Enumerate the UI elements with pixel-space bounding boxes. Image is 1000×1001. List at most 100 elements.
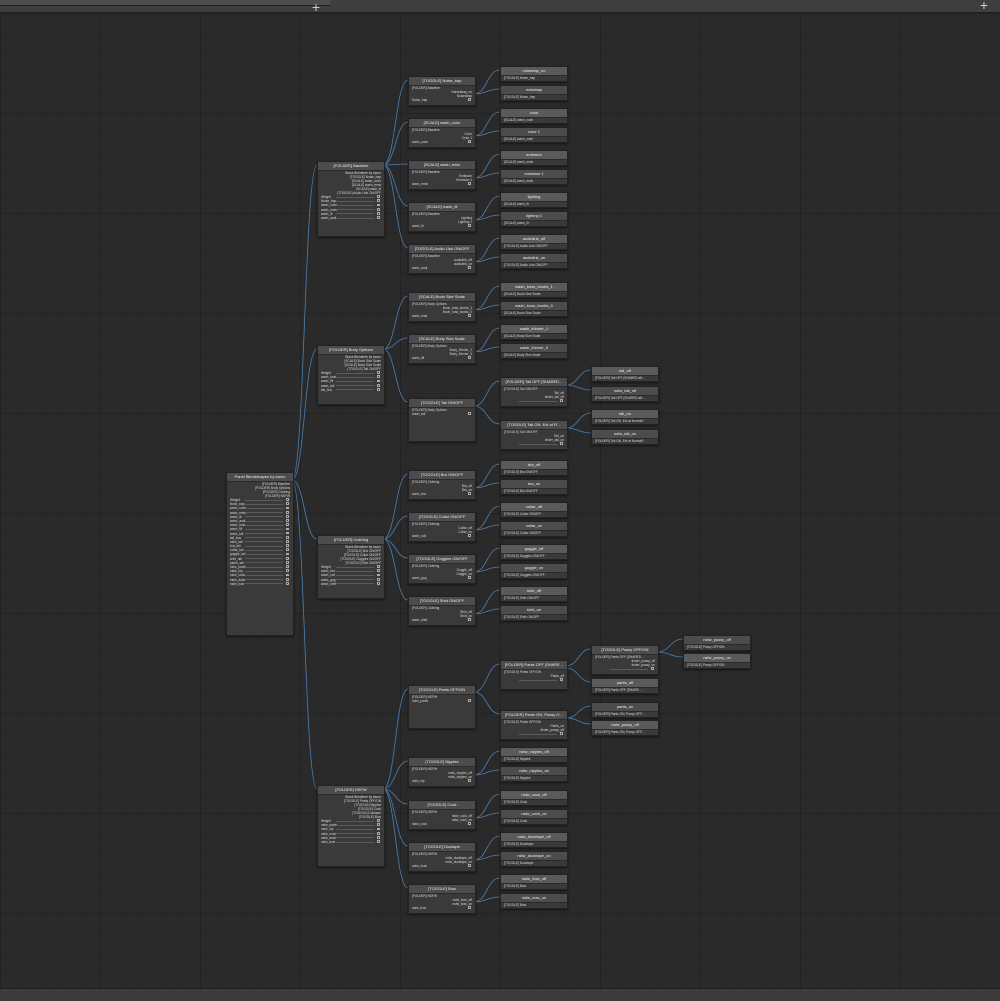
weight-slider[interactable] <box>519 733 557 735</box>
checkbox[interactable] <box>468 224 471 227</box>
weight-slider[interactable] <box>245 554 283 556</box>
checkbox[interactable] <box>286 573 289 577</box>
folder-node[interactable]: [FOLDER] Clothing Blank Blendtree by kaor… <box>317 535 385 599</box>
animation-clip-node[interactable]: nsfw_ducktape_on [TOGGLE] Ducktape <box>500 851 568 867</box>
checkbox[interactable] <box>286 519 289 522</box>
weight-slider[interactable] <box>336 209 374 211</box>
animation-clip-node[interactable]: nsfw_pussy_off [TOGGLE] Pussy OFF/ON <box>683 635 751 651</box>
checkbox[interactable] <box>286 565 289 568</box>
animation-clip-node[interactable]: bra_on [TOGGLE] Bra ON/OFF <box>500 479 568 495</box>
checkbox[interactable] <box>286 540 289 543</box>
subtree-node[interactable]: [TOGGLE] Tail ON, Ext at Fl... [TOGGLE] T… <box>500 420 568 450</box>
weight-slider[interactable] <box>245 583 283 585</box>
animation-clip-node[interactable]: noisebap [TOGGLE] Noise_bap <box>500 85 568 101</box>
checkbox[interactable] <box>286 544 289 548</box>
animation-clip-node[interactable]: nsfw_bow_on [TOGGLE] Bow <box>500 893 568 909</box>
parameter-row[interactable]: wash_audi <box>318 216 384 220</box>
checkbox[interactable] <box>286 531 289 535</box>
weight-slider[interactable] <box>245 579 283 581</box>
parameter-row[interactable]: nsfw_bow <box>409 906 475 910</box>
parameter-row[interactable]: nsfw_nip <box>409 779 475 783</box>
checkbox[interactable] <box>377 577 380 581</box>
parameter-row[interactable]: wash_bust <box>409 314 475 318</box>
toggle-node[interactable]: [SCALE] wash_emis [FOLDER] Baseline Emissi… <box>408 160 476 190</box>
checkbox[interactable] <box>377 835 380 839</box>
weight-slider[interactable] <box>245 558 283 560</box>
checkbox[interactable] <box>377 195 380 198</box>
weight-slider[interactable] <box>336 824 374 826</box>
checkbox[interactable] <box>286 506 289 510</box>
folder-node[interactable]: [FOLDER] Baseline Blank Blendtree by kaor… <box>317 161 385 237</box>
weight-slider[interactable] <box>336 372 374 374</box>
weight-slider[interactable] <box>336 213 374 215</box>
weight-row[interactable] <box>592 667 658 671</box>
checkbox[interactable] <box>286 514 289 518</box>
toggle-node[interactable]: [SCALE] wash_color [FOLDER] Baseline Color… <box>408 118 476 148</box>
weight-slider[interactable] <box>245 503 283 505</box>
checkbox[interactable] <box>377 387 380 391</box>
folder-node[interactable]: [FOLDER] NSFW Blank Blendtree by kaoru [TO… <box>317 785 385 867</box>
parameter-row[interactable]: wash_shirt <box>318 582 384 586</box>
toggle-node[interactable]: [TOGGLE] Goggles ON/OFF [FOLDER] Clothing… <box>408 554 476 584</box>
weight-slider[interactable] <box>245 545 283 547</box>
toggle-node[interactable]: [TOGGLE] Bow [FOLDER] NSFW nsfw_bow_off nsf… <box>408 884 476 914</box>
checkbox[interactable] <box>468 492 471 495</box>
animation-clip-node[interactable]: audiolink_on [TOGGLE] Audio Link ON/OFF <box>500 253 568 269</box>
toggle-node[interactable]: [TOGGLE] Collar ON/OFF [FOLDER] Clothing C… <box>408 512 476 542</box>
weight-slider[interactable] <box>336 196 374 198</box>
toggle-node[interactable]: [SCALE] Boob Size Scale [FOLDER] Body Opt… <box>408 292 476 322</box>
parameter-row[interactable]: nsfw_pants <box>409 699 475 703</box>
weight-slider[interactable] <box>336 566 374 568</box>
checkbox[interactable] <box>286 523 289 527</box>
weight-slider[interactable] <box>336 828 374 830</box>
parameter-row[interactable]: wash_shirt <box>409 618 475 622</box>
weight-slider[interactable] <box>336 204 374 206</box>
checkbox[interactable] <box>377 211 380 215</box>
weight-slider[interactable] <box>245 520 283 522</box>
parameter-row[interactable]: Noise_bap <box>409 98 475 102</box>
checkbox[interactable] <box>468 576 471 579</box>
checkbox[interactable] <box>286 498 289 501</box>
checkbox[interactable] <box>377 207 380 211</box>
checkbox[interactable] <box>560 399 563 402</box>
folder-node[interactable]: [FOLDER] Body Options Blank Blendtree by … <box>317 345 385 405</box>
subtree-node[interactable]: [FOLDER] Pants OFF [SHARE... [TOGGLE] Pan… <box>500 660 568 690</box>
weight-slider[interactable] <box>336 217 374 219</box>
checkbox[interactable] <box>377 379 380 383</box>
checkbox[interactable] <box>377 375 380 379</box>
animation-clip-node[interactable]: pants_off [FOLDER] Pants OFF [SHARE... <box>591 678 659 694</box>
checkbox[interactable] <box>377 216 380 219</box>
parameter-row[interactable]: tail_bus <box>318 388 384 392</box>
checkbox[interactable] <box>468 98 471 101</box>
checkbox[interactable] <box>286 561 289 564</box>
weight-slider[interactable] <box>245 566 283 568</box>
animation-clip-node[interactable]: shirt_on [TOGGLE] Shirt ON/OFF <box>500 605 568 621</box>
parameter-row[interactable]: wash_color <box>409 140 475 144</box>
checkbox[interactable] <box>377 840 380 843</box>
root-blendtree-node[interactable]: Panel Blendshapes by kaoru [FOLDER] Basel… <box>226 472 294 636</box>
checkbox[interactable] <box>286 502 289 506</box>
parameter-row[interactable]: nsfw_cock <box>409 822 475 826</box>
checkbox[interactable] <box>377 371 380 374</box>
animation-clip-node[interactable]: nsfw_nipples_on [TOGGLE] Nipples <box>500 766 568 782</box>
weight-slider[interactable] <box>519 443 557 445</box>
parameter-row[interactable]: nsfw_bow <box>318 840 384 844</box>
checkbox[interactable] <box>377 383 380 387</box>
checkbox[interactable] <box>377 573 380 577</box>
checkbox[interactable] <box>468 864 471 867</box>
animation-clip-node[interactable]: goggle_on [TOGGLE] Goggles ON/OFF <box>500 563 568 579</box>
animation-clip-node[interactable]: nsfw_pussy_on [TOGGLE] Pussy OFF/ON <box>683 653 751 669</box>
checkbox[interactable] <box>468 356 471 359</box>
parameter-row[interactable]: wash_lit <box>409 224 475 228</box>
weight-slider[interactable] <box>245 524 283 526</box>
toggle-node[interactable]: [TOGGLE] Duckape [FOLDER] NSFW nsfw_duckta… <box>408 842 476 872</box>
weight-slider[interactable] <box>336 376 374 378</box>
weight-slider[interactable] <box>519 679 557 681</box>
animation-clip-node[interactable]: nsfw_ducktape_off [TOGGLE] Ducktape <box>500 832 568 848</box>
animation-clip-node[interactable]: lighting [SCALE] wash_lit <box>500 192 568 208</box>
animation-clip-node[interactable]: wash_boss_boobs_1 [SCALE] Boob Size Scale <box>500 282 568 298</box>
weight-row[interactable] <box>501 732 567 736</box>
checkbox[interactable] <box>468 779 471 782</box>
checkbox[interactable] <box>377 819 380 822</box>
toggle-node[interactable]: [TOGGLE] Nipples [FOLDER] NSFW nsfw_nipple… <box>408 757 476 787</box>
